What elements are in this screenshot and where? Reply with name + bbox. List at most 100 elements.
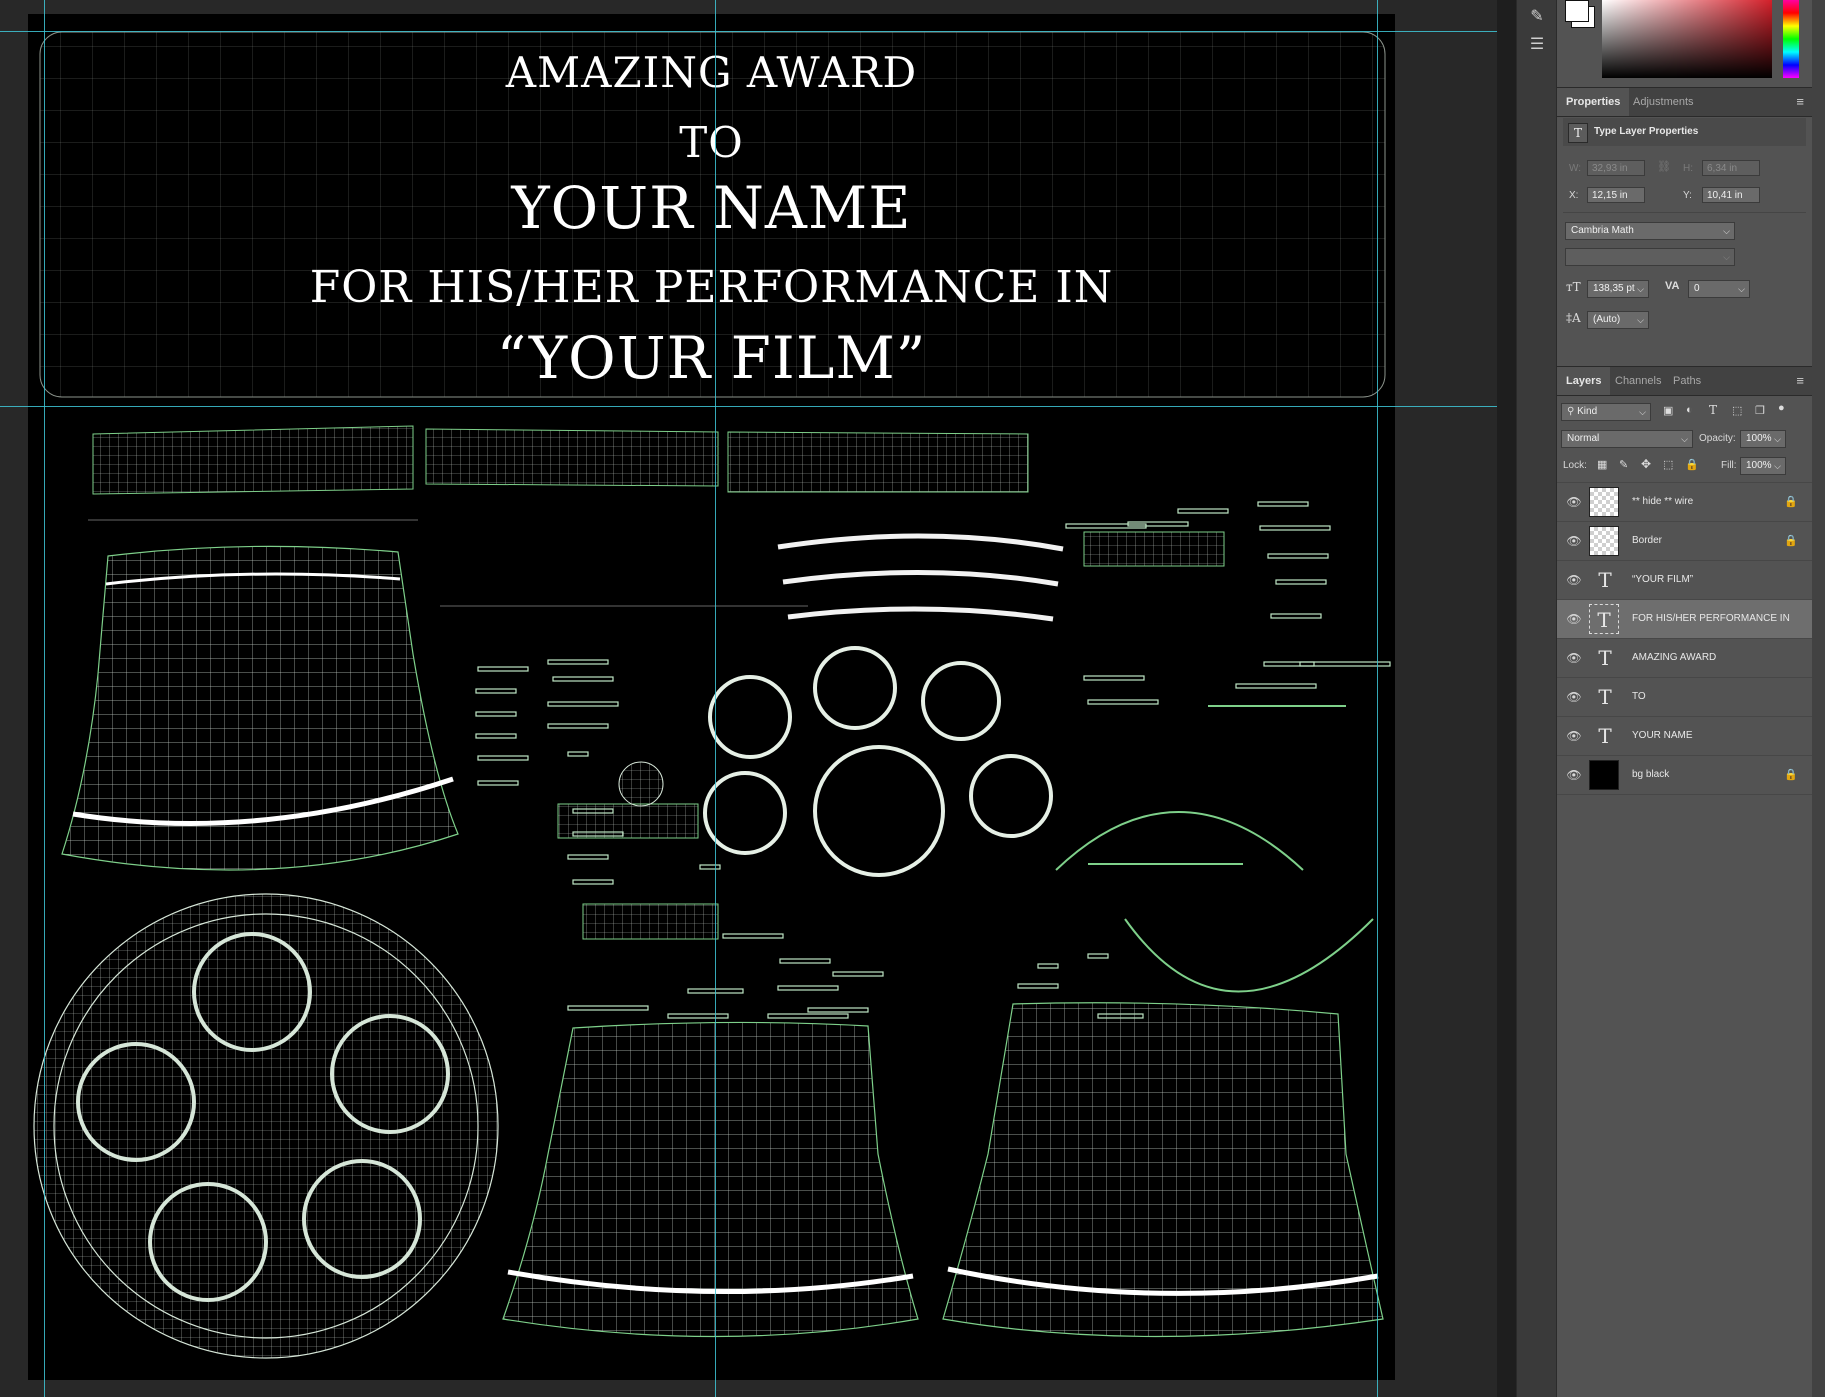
font-family-dropdown[interactable]: Cambria Math ⌵ <box>1565 222 1735 240</box>
panel-scrollbar[interactable] <box>1812 0 1825 1397</box>
chevron-down-icon: ⌵ <box>1774 461 1781 471</box>
fill-value: 100% <box>1746 460 1772 471</box>
sphere-shell <box>618 761 664 807</box>
guide-horizontal-bottom[interactable] <box>0 406 1497 407</box>
tab-channels[interactable]: Channels <box>1606 367 1670 395</box>
x-position-field[interactable]: 12,15 in <box>1587 187 1645 203</box>
type-icon: T <box>1568 123 1588 143</box>
lock-icon[interactable]: 🔒 <box>1784 534 1798 547</box>
skirt-shell-right <box>942 1002 1384 1338</box>
guide-horizontal-top[interactable] <box>0 31 1497 32</box>
tab-paths[interactable]: Paths <box>1664 367 1710 395</box>
filter-toggle-icon[interactable]: ● <box>1778 402 1785 414</box>
layer-row[interactable]: 👁 T AMAZING AWARD <box>1557 639 1812 678</box>
foreground-color-swatch[interactable] <box>1565 0 1589 22</box>
layer-name[interactable]: FOR HIS/HER PERFORMANCE IN <box>1632 600 1790 638</box>
fill-field[interactable]: 100% ⌵ <box>1740 457 1786 475</box>
divider <box>1563 212 1806 213</box>
lock-artboard-icon[interactable]: ⬚ <box>1663 458 1673 471</box>
tracking-value: 0 <box>1694 283 1700 294</box>
lock-icon[interactable]: 🔒 <box>1784 768 1798 781</box>
adjustment-sliders-icon[interactable]: ☰ <box>1525 34 1549 56</box>
lock-all-icon[interactable]: 🔒 <box>1685 458 1699 471</box>
layer-row[interactable]: 👁 T YOUR NAME <box>1557 717 1812 756</box>
eye-visibility-icon[interactable]: 👁 <box>1566 533 1582 549</box>
layer-row[interactable]: 👁 bg black 🔒 <box>1557 756 1812 795</box>
layer-row[interactable]: 👁 T “YOUR FILM” <box>1557 561 1812 600</box>
layer-name[interactable]: ** hide ** wire <box>1632 483 1693 521</box>
y-position-field[interactable]: 10,41 in <box>1702 187 1760 203</box>
arc-shells <box>1055 705 1374 993</box>
lock-label: Lock: <box>1563 460 1587 471</box>
layer-name[interactable]: YOUR NAME <box>1632 717 1693 755</box>
guide-vertical-left[interactable] <box>44 0 45 1397</box>
award-line-performance[interactable]: FOR HIS/HER PERFORMANCE IN <box>28 262 1395 313</box>
layer-name[interactable]: Border <box>1632 522 1662 560</box>
tab-properties[interactable]: Properties <box>1557 88 1630 116</box>
guide-vertical-center[interactable] <box>715 0 716 1397</box>
font-size-value: 138,35 pt <box>1593 283 1635 294</box>
layer-thumbnail[interactable] <box>1589 487 1619 517</box>
brush-settings-icon[interactable]: ✎ <box>1525 6 1549 28</box>
font-style-dropdown[interactable]: ⌵ <box>1565 248 1735 266</box>
eye-visibility-icon[interactable]: 👁 <box>1566 650 1582 666</box>
lock-image-icon[interactable]: ✎ <box>1619 458 1628 471</box>
eye-visibility-icon[interactable]: 👁 <box>1566 767 1582 783</box>
properties-title: Type Layer Properties <box>1594 126 1699 137</box>
skirt-shell-center <box>502 1021 919 1338</box>
layer-thumbnail[interactable] <box>1589 526 1619 556</box>
panel-menu-icon[interactable]: ≡ <box>1796 88 1804 116</box>
filter-pixel-icon[interactable]: ▣ <box>1663 404 1673 417</box>
panel-menu-icon[interactable]: ≡ <box>1796 367 1804 395</box>
layer-row[interactable]: 👁 T TO <box>1557 678 1812 717</box>
filter-type-icon[interactable]: T <box>1709 403 1717 417</box>
filter-shape-icon[interactable]: ⬚ <box>1732 404 1742 417</box>
lock-transparent-icon[interactable]: ▦ <box>1597 458 1607 471</box>
chevron-down-icon: ⌵ <box>1637 315 1644 325</box>
hue-slider[interactable] <box>1783 0 1799 78</box>
eye-visibility-icon[interactable]: 👁 <box>1566 494 1582 510</box>
opacity-field[interactable]: 100% ⌵ <box>1740 430 1786 448</box>
layer-row[interactable]: 👁 T FOR HIS/HER PERFORMANCE IN <box>1557 600 1812 639</box>
tracking-field[interactable]: 0 ⌵ <box>1688 280 1750 298</box>
layer-name[interactable]: bg black <box>1632 756 1669 794</box>
layer-row[interactable]: 👁 ** hide ** wire 🔒 <box>1557 483 1812 522</box>
award-line-amazing-award[interactable]: AMAZING AWARD <box>28 48 1395 97</box>
chevron-down-icon: ⌵ <box>1774 434 1781 444</box>
leading-field[interactable]: (Auto) ⌵ <box>1587 311 1649 329</box>
blend-mode-dropdown[interactable]: Normal ⌵ <box>1561 430 1693 448</box>
guide-vertical-right[interactable] <box>1377 0 1378 1397</box>
collapsed-panel-icons: ✎ ☰ <box>1516 0 1557 1397</box>
award-line-your-film[interactable]: “YOUR FILM” <box>28 324 1395 392</box>
link-dimensions-icon[interactable]: ⛓ <box>1657 160 1671 173</box>
eye-visibility-icon[interactable]: 👁 <box>1566 572 1582 588</box>
font-size-field[interactable]: 138,35 pt ⌵ <box>1587 280 1649 298</box>
layer-name[interactable]: TO <box>1632 678 1646 716</box>
filter-smart-object-icon[interactable]: ❐ <box>1755 404 1765 417</box>
layer-thumbnail[interactable] <box>1589 760 1619 790</box>
document-workspace[interactable]: AMAZING AWARD TO YOUR NAME FOR HIS/HER P… <box>0 0 1497 1397</box>
layer-filter-kind-dropdown[interactable]: ⚲ Kind ⌵ <box>1561 403 1651 421</box>
font-size-icon: ᴛT <box>1566 280 1581 294</box>
layer-row[interactable]: 👁 Border 🔒 <box>1557 522 1812 561</box>
layers-list: 👁 ** hide ** wire 🔒 👁 Border 🔒 👁 T “YOUR FILM” 👁 T… <box>1557 482 1812 883</box>
eye-visibility-icon[interactable]: 👁 <box>1566 728 1582 744</box>
eye-visibility-icon[interactable]: 👁 <box>1566 611 1582 627</box>
layer-name[interactable]: AMAZING AWARD <box>1632 639 1716 677</box>
fill-label: Fill: <box>1721 460 1737 471</box>
tab-adjustments[interactable]: Adjustments <box>1624 88 1703 116</box>
type-layer-icon: T <box>1598 568 1612 592</box>
color-picker-field[interactable] <box>1602 0 1772 78</box>
type-layer-icon: T <box>1598 646 1612 670</box>
award-line-to[interactable]: TO <box>28 118 1395 167</box>
layer-name[interactable]: “YOUR FILM” <box>1632 561 1693 599</box>
filter-adjustment-icon[interactable]: ◐ <box>1686 404 1693 416</box>
width-field[interactable]: 32,93 in <box>1587 160 1645 176</box>
tab-layers[interactable]: Layers <box>1557 367 1611 395</box>
award-line-your-name[interactable]: YOUR NAME <box>28 174 1395 242</box>
document-canvas[interactable]: AMAZING AWARD TO YOUR NAME FOR HIS/HER P… <box>28 14 1395 1380</box>
lock-position-icon[interactable]: ✥ <box>1641 457 1651 471</box>
eye-visibility-icon[interactable]: 👁 <box>1566 689 1582 705</box>
lock-icon[interactable]: 🔒 <box>1784 495 1798 508</box>
height-field[interactable]: 6,34 in <box>1702 160 1760 176</box>
